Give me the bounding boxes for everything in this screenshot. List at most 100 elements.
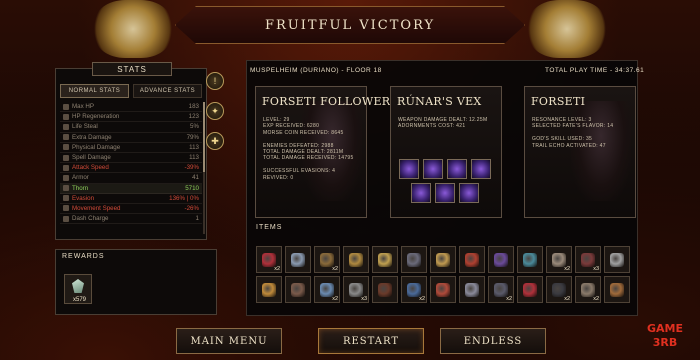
item-count: x2 (419, 296, 425, 302)
stat-label: Max HP (72, 103, 95, 111)
stat-icon (63, 185, 69, 192)
main-menu-button[interactable]: MAIN MENU (176, 328, 282, 354)
adornment-icon[interactable] (447, 159, 467, 179)
stat-label: Dash Charge (72, 215, 109, 223)
stat-icon (63, 205, 69, 212)
adornment-icon[interactable] (399, 159, 419, 179)
items-title: ITEMS (256, 224, 283, 231)
page-title: FRUITFUL VICTORY (264, 17, 436, 33)
item-slot[interactable] (430, 246, 456, 273)
item-slot[interactable]: x2 (256, 246, 282, 273)
item-count: x2 (564, 296, 570, 302)
blessing-buff-icon[interactable]: ✦ (206, 102, 224, 120)
crest-left-emblem (94, 0, 172, 58)
card-stat-line: ADORNMENTS COST: 421 (398, 123, 466, 130)
adornment-icon[interactable] (423, 159, 443, 179)
item-icon (436, 252, 450, 267)
item-slot[interactable]: x3 (575, 246, 601, 273)
item-count: x3 (593, 266, 599, 272)
items-grid: x2 x2 x2 x3 x2 x3 x2 x2 x2 x2 (256, 246, 632, 306)
card-stat-line: MORSE COIN RECEIVED: 8645 (263, 129, 344, 136)
adornment-icon[interactable] (471, 159, 491, 179)
item-slot[interactable] (459, 246, 485, 273)
stat-label: Life Steal (72, 123, 98, 131)
item-slot[interactable]: x2 (575, 276, 601, 303)
item-slot[interactable] (604, 276, 630, 303)
item-slot[interactable]: x2 (546, 276, 572, 303)
exclamation-buff-icon[interactable]: ! (206, 72, 224, 90)
watermark-logo: GAME 3RB (634, 322, 696, 358)
item-icon (523, 282, 537, 297)
stat-icon (63, 164, 69, 171)
stat-label: Thorn (72, 184, 89, 192)
stat-list[interactable]: Max HP 183 HP Regeneration 123 Life Steal 5% E… (60, 102, 202, 234)
item-slot[interactable]: x3 (343, 276, 369, 303)
stat-value: 113 (189, 143, 199, 151)
item-icon (320, 252, 334, 267)
location-label: MUSPELHEIM (DURIANO) - FLOOR 18 (250, 67, 382, 74)
item-slot[interactable]: x2 (546, 246, 572, 273)
item-count: x2 (564, 266, 570, 272)
item-slot[interactable] (604, 246, 630, 273)
god-card: FORSETI RESONANCE LEVEL: 3 SELECTED FATE'… (524, 86, 636, 218)
item-slot[interactable] (256, 276, 282, 303)
item-icon (581, 252, 595, 267)
item-slot[interactable] (285, 246, 311, 273)
card-stat-line: RESONANCE LEVEL: 3 (532, 117, 592, 123)
tab-advance-stats[interactable]: ADVANCE STATS (133, 84, 202, 98)
stat-row: Spell Damage 113 (60, 153, 202, 164)
item-slot[interactable] (517, 276, 543, 303)
stat-icon (63, 134, 69, 141)
adornment-icon[interactable] (435, 183, 455, 203)
item-slot[interactable] (488, 246, 514, 273)
endless-button[interactable]: ENDLESS (440, 328, 546, 354)
watermark-line-1: GAME (646, 322, 683, 335)
god-title: FORSETI (531, 95, 586, 108)
item-slot[interactable] (459, 276, 485, 303)
item-icon (494, 252, 508, 267)
item-icon (349, 282, 363, 297)
adornment-icon[interactable] (459, 183, 479, 203)
stat-row: HP Regeneration 123 (60, 112, 202, 123)
stat-row: Extra Damage 79% (60, 133, 202, 143)
item-count: x2 (274, 266, 280, 272)
stat-icon (63, 195, 69, 202)
adornment-icon[interactable] (411, 183, 431, 203)
item-count: x2 (332, 296, 338, 302)
god-portrait (571, 101, 631, 201)
stat-label: Attack Speed (72, 164, 109, 172)
item-icon (262, 252, 276, 267)
stat-value: 5% (190, 123, 199, 131)
rewards-title: REWARDS (62, 253, 105, 260)
item-slot[interactable] (517, 246, 543, 273)
item-slot[interactable] (285, 276, 311, 303)
item-icon (581, 282, 595, 297)
item-slot[interactable]: x2 (401, 276, 427, 303)
item-icon (291, 252, 305, 267)
plus-buff-icon[interactable]: ✚ (206, 132, 224, 150)
stats-scrollbar-thumb[interactable] (203, 102, 205, 172)
item-slot[interactable] (372, 246, 398, 273)
title-banner: FRUITFUL VICTORY (175, 6, 525, 44)
item-icon (494, 282, 508, 297)
stat-label: Physical Damage (72, 143, 121, 151)
card-stat-line: REVIVED: 0 (263, 174, 294, 181)
item-slot[interactable]: x2 (314, 246, 340, 273)
item-icon (407, 282, 421, 297)
item-slot[interactable]: x2 (314, 276, 340, 303)
item-slot[interactable] (430, 276, 456, 303)
item-count: x2 (332, 266, 338, 272)
item-icon (320, 282, 334, 297)
stat-row: Max HP 183 (60, 102, 202, 113)
stat-label: Spell Damage (72, 154, 111, 162)
item-icon (407, 252, 421, 267)
item-slot[interactable]: x2 (488, 276, 514, 303)
tab-normal-stats[interactable]: NORMAL STATS (60, 84, 129, 98)
restart-button[interactable]: RESTART (318, 328, 424, 354)
item-slot[interactable] (372, 276, 398, 303)
stat-label: Movement Speed (72, 204, 121, 212)
play-time-label: TOTAL PLAY TIME - 34:37.61 (545, 67, 645, 74)
item-slot[interactable] (401, 246, 427, 273)
item-icon (436, 282, 450, 297)
item-slot[interactable] (343, 246, 369, 273)
